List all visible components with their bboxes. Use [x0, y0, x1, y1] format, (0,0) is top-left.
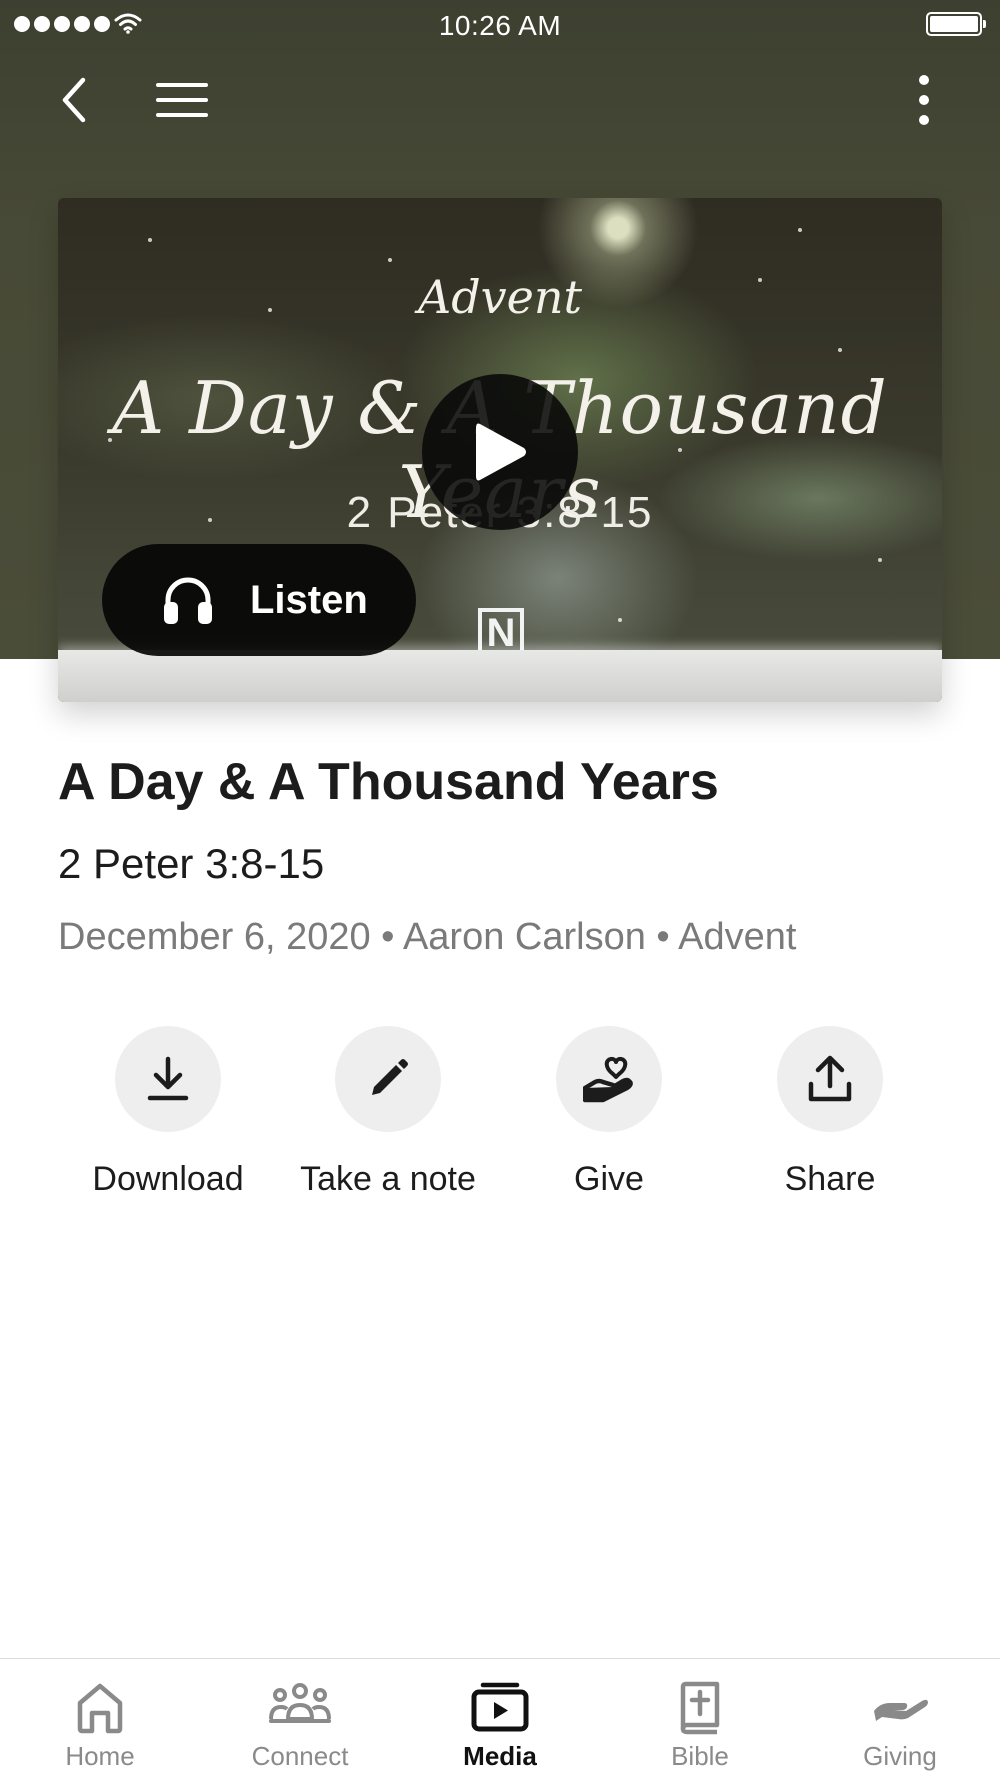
- bottom-tab-bar: Home Connect Media Bible Giving: [0, 1658, 1000, 1779]
- menu-button[interactable]: [152, 70, 212, 130]
- play-button[interactable]: [422, 374, 578, 530]
- church-logo: N: [478, 608, 524, 654]
- sermon-title: A Day & A Thousand Years: [58, 753, 719, 811]
- pencil-icon: [372, 1059, 408, 1095]
- tab-bible[interactable]: Bible: [600, 1659, 800, 1779]
- tab-connect-label: Connect: [251, 1741, 349, 1771]
- share-icon: [808, 1055, 852, 1102]
- tab-bible-label: Bible: [671, 1741, 729, 1771]
- media-icon: [471, 1682, 529, 1732]
- tab-home-label: Home: [65, 1741, 135, 1771]
- headphones-icon: [164, 577, 212, 624]
- take-note-button[interactable]: Take a note: [278, 1026, 498, 1199]
- download-icon: [147, 1056, 189, 1101]
- artwork-series-text: Advent: [418, 270, 582, 324]
- give-heart-hand-icon: [583, 1056, 633, 1103]
- chevron-left-icon: [62, 77, 86, 123]
- play-icon: [476, 423, 526, 481]
- share-button[interactable]: Share: [720, 1026, 940, 1199]
- tab-giving-label: Giving: [863, 1741, 937, 1771]
- artwork-snow: [58, 650, 942, 702]
- tab-home[interactable]: Home: [0, 1659, 200, 1779]
- hamburger-menu-icon: [156, 83, 208, 117]
- status-time: 10:26 AM: [438, 10, 562, 41]
- more-options-button[interactable]: [894, 70, 954, 130]
- status-bar: 10:26 AM: [0, 0, 1000, 50]
- more-vertical-icon: [919, 75, 929, 125]
- sermon-reference: 2 Peter 3:8-15: [58, 840, 325, 887]
- give-button[interactable]: Give: [499, 1026, 719, 1199]
- download-button[interactable]: Download: [58, 1026, 278, 1199]
- battery-icon: [926, 12, 986, 36]
- tab-media[interactable]: Media: [400, 1659, 600, 1779]
- people-icon: [269, 1683, 331, 1723]
- take-note-label: Take a note: [300, 1160, 476, 1198]
- listen-button[interactable]: Listen: [102, 544, 416, 656]
- sermon-artwork[interactable]: Advent A Day & A Thousand Years 2 Peter …: [58, 198, 942, 702]
- download-label: Download: [92, 1160, 244, 1198]
- giving-icon: [874, 1699, 928, 1721]
- tab-media-label: Media: [463, 1741, 537, 1771]
- sermon-meta: December 6, 2020 • Aaron Carlson • Adven…: [58, 916, 797, 958]
- give-label: Give: [574, 1160, 644, 1198]
- back-button[interactable]: [44, 70, 104, 130]
- home-icon: [77, 1683, 123, 1734]
- tab-giving[interactable]: Giving: [800, 1659, 1000, 1779]
- share-label: Share: [784, 1160, 876, 1198]
- tab-connect[interactable]: Connect: [200, 1659, 400, 1779]
- bible-icon: [680, 1681, 720, 1735]
- listen-label: Listen: [250, 577, 368, 622]
